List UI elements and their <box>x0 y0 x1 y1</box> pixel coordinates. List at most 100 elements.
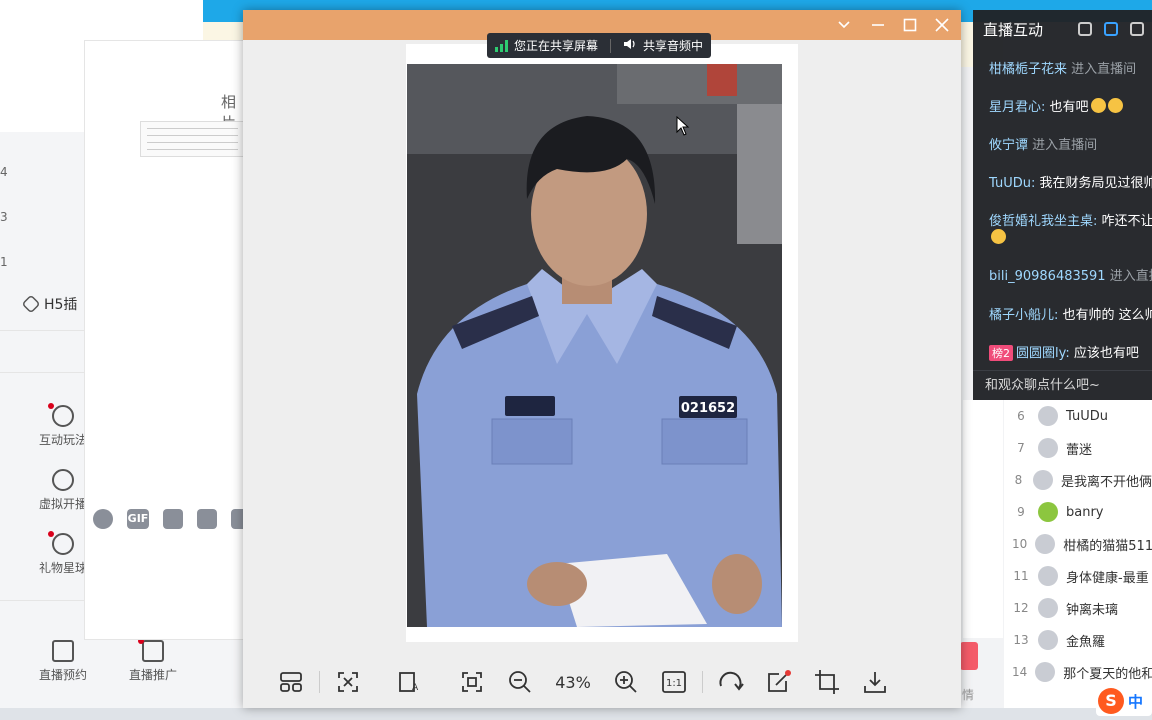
message-panel: 相片 GIF <box>84 40 251 640</box>
chat-message[interactable]: 俊哲婚礼我坐主桌: 咋还不让 <box>989 210 1152 246</box>
rank-name: 那个夏天的他和 <box>1063 666 1152 682</box>
avatar <box>1032 470 1053 490</box>
document-thumbnail[interactable] <box>140 121 245 157</box>
lock-icon[interactable] <box>1130 22 1144 36</box>
fullscreen-icon[interactable] <box>454 664 490 700</box>
fit-icon[interactable] <box>330 664 366 700</box>
chat-user[interactable]: 攸宁谭 <box>989 138 1028 153</box>
avatar <box>1035 662 1056 682</box>
zoom-out-icon[interactable] <box>502 664 538 700</box>
zoom-level: 43% <box>555 672 591 692</box>
actual-size-icon[interactable]: 1:1 <box>656 664 692 700</box>
crop-icon[interactable] <box>809 664 845 700</box>
chat-message[interactable]: 橘子小船儿: 也有帅的 这么帅 <box>989 304 1152 323</box>
left-number: 3 <box>0 210 8 224</box>
chat-message[interactable]: 攸宁谭 进入直播间 <box>989 134 1152 153</box>
actual-size-label: 1:1 <box>666 678 682 689</box>
rank-row[interactable]: 12 钟离未璃 <box>1004 592 1152 624</box>
chat-message[interactable]: 柑橘栀子花来 进入直播间 <box>989 58 1152 77</box>
rank-row[interactable]: 10 柑橘的猫猫511 <box>1004 528 1152 560</box>
svg-text:A: A <box>412 683 419 693</box>
chat-user[interactable]: 橘子小船儿: <box>989 308 1063 323</box>
rank-name: 是我离不开他俩 <box>1060 474 1152 490</box>
rank-row[interactable]: 8 是我离不开他俩 <box>1004 464 1152 496</box>
puzzle-icon <box>21 294 41 314</box>
chat-user[interactable]: 星月君心: <box>989 100 1050 115</box>
rank-name: banry <box>1066 504 1104 520</box>
edit-icon[interactable] <box>761 664 797 700</box>
settings-icon[interactable] <box>1104 22 1118 36</box>
chat-user[interactable]: 圆圆圈ly: <box>1016 346 1074 361</box>
avatar <box>1038 438 1058 458</box>
chat-input[interactable]: 和观众聊点什么吧~ <box>973 370 1152 400</box>
chat-user[interactable]: bili_90986483591 <box>989 269 1106 284</box>
download-icon[interactable] <box>857 664 893 700</box>
left-number-column: 4 3 1 <box>0 160 12 295</box>
rank-name: TuUDu <box>1066 408 1108 424</box>
description-fragment: 情 <box>962 688 975 702</box>
chat-user[interactable]: 柑橘栀子花来 <box>989 62 1067 77</box>
rotate-icon[interactable] <box>713 664 749 700</box>
chat-list: 柑橘栀子花来 进入直播间 星月君心: 也有吧 攸宁谭 进入直播间 TuUDu: … <box>973 50 1152 370</box>
chevron-down-icon[interactable] <box>827 10 861 40</box>
tool-live-reservation[interactable]: 直播预约 <box>28 640 98 704</box>
toolbar-separator <box>702 671 703 693</box>
rank-row[interactable]: 6 TuUDu <box>1004 400 1152 432</box>
rank-row[interactable]: 7 蕾迷 <box>1004 432 1152 464</box>
input-method-indicator[interactable]: S 中 <box>1096 686 1152 716</box>
emoji-icon[interactable] <box>93 509 113 529</box>
rank-row[interactable]: 13 金魚羅 <box>1004 624 1152 656</box>
h5-plugin-label: H5插 <box>44 297 78 313</box>
tool-live-promotion[interactable]: 直播推广 <box>118 638 188 704</box>
rank-name: 身体健康-最重 <box>1066 570 1149 586</box>
layout-icon[interactable] <box>273 664 309 700</box>
chat-system-text: 进入直播间 <box>1067 62 1137 77</box>
tool-label: 互动玩法 <box>38 433 87 447</box>
tool-label: 虚拟开播 <box>38 497 87 511</box>
promotion-icon <box>138 638 164 662</box>
chat-user[interactable]: 俊哲婚礼我坐主桌: <box>989 214 1102 229</box>
signal-icon <box>495 39 508 52</box>
screen-share-banner: 您正在共享屏幕 共享音频中 <box>487 33 712 58</box>
minimize-icon[interactable] <box>861 10 895 40</box>
rank-name: 金魚羅 <box>1066 634 1106 650</box>
chat-message[interactable]: 星月君心: 也有吧 <box>989 96 1152 115</box>
maximize-icon[interactable] <box>893 10 927 40</box>
chat-text: 我在财务局见过很帅 <box>1039 176 1152 191</box>
h5-plugin-entry[interactable]: H5插 <box>21 294 78 314</box>
badge-number: 021652 <box>681 401 735 416</box>
mouse-cursor-icon <box>676 116 690 136</box>
rank-number: 10 <box>1012 537 1028 551</box>
chat-message[interactable]: bili_90986483591 进入直播 <box>989 265 1152 284</box>
tool-label: 礼物星球 <box>38 561 87 575</box>
tool-label: 直播预约 <box>38 668 87 682</box>
share-screen-text: 您正在共享屏幕 <box>514 39 599 53</box>
rank-row[interactable]: 14 那个夏天的他和 <box>1004 656 1152 688</box>
rank-name: 柑橘的猫猫511 <box>1063 538 1152 554</box>
rank-number: 12 <box>1013 601 1029 615</box>
rank-number: 13 <box>1013 633 1029 647</box>
folder-icon[interactable] <box>197 509 217 529</box>
rank-row[interactable]: 11 身体健康-最重 <box>1004 560 1152 592</box>
gif-icon[interactable]: GIF <box>127 509 149 529</box>
scissors-icon[interactable] <box>163 509 183 529</box>
ocr-icon[interactable]: A <box>392 664 428 700</box>
speaker-icon <box>623 38 637 53</box>
calendar-icon <box>52 640 74 662</box>
close-icon[interactable] <box>925 10 959 40</box>
chat-message[interactable]: TuUDu: 我在财务局见过很帅 <box>989 172 1152 191</box>
rank-row[interactable]: 9 banry <box>1004 496 1152 528</box>
rank-name: 钟离未璃 <box>1066 602 1119 618</box>
chat-system-text: 进入直播间 <box>1028 138 1098 153</box>
chat-message[interactable]: 榜2 圆圆圈ly: 应该也有吧 <box>989 342 1152 361</box>
live-interaction-panel: 直播互动 柑橘栀子花来 进入直播间 星月君心: 也有吧 攸宁谭 进入直播间 Tu… <box>973 10 1152 400</box>
avatar <box>1038 630 1058 650</box>
sogou-icon: S <box>1098 688 1124 714</box>
chat-user[interactable]: TuUDu: <box>989 176 1039 191</box>
displayed-photo[interactable]: 021652 <box>407 64 782 627</box>
popout-icon[interactable] <box>1078 22 1092 36</box>
zoom-in-icon[interactable] <box>608 664 644 700</box>
left-number: 4 <box>0 165 8 179</box>
planet-icon <box>48 531 74 555</box>
avatar <box>1038 566 1058 586</box>
